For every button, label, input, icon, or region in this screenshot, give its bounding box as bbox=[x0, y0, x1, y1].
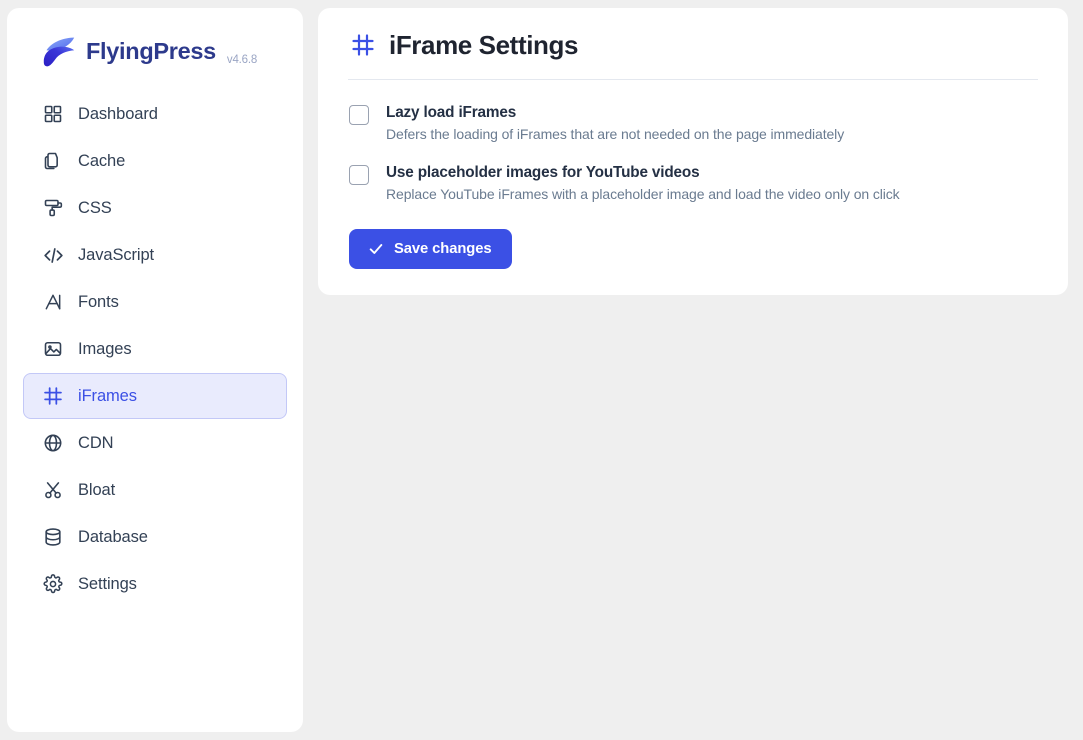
sidebar-nav: Dashboard Cache CSS JavaScript Fonts Ima… bbox=[23, 91, 287, 607]
sidebar-item-label: CSS bbox=[78, 198, 112, 217]
option-lazy-load-iframes: Lazy load iFrames Defers the loading of … bbox=[349, 103, 1038, 144]
sidebar: FlyingPress v4.6.8 Dashboard Cache CSS J… bbox=[7, 8, 303, 732]
header-divider bbox=[348, 79, 1038, 80]
sidebar-item-dashboard[interactable]: Dashboard bbox=[23, 91, 287, 137]
option-label[interactable]: Use placeholder images for YouTube video… bbox=[386, 163, 900, 182]
option-youtube-placeholder: Use placeholder images for YouTube video… bbox=[349, 163, 1038, 204]
card-header: iFrame Settings bbox=[338, 32, 1048, 58]
brand-header: FlyingPress v4.6.8 bbox=[23, 26, 287, 69]
option-description: Defers the loading of iFrames that are n… bbox=[386, 126, 845, 143]
sidebar-item-images[interactable]: Images bbox=[23, 326, 287, 372]
sidebar-item-cdn[interactable]: CDN bbox=[23, 420, 287, 466]
sidebar-item-label: Images bbox=[78, 339, 132, 358]
flyingpress-wing-logo-icon bbox=[43, 37, 75, 67]
save-changes-label: Save changes bbox=[394, 241, 492, 257]
sidebar-item-bloat[interactable]: Bloat bbox=[23, 467, 287, 513]
checkbox-lazy-load-iframes[interactable] bbox=[349, 105, 369, 125]
database-icon bbox=[42, 526, 64, 548]
sidebar-item-iframes[interactable]: iFrames bbox=[23, 373, 287, 419]
sidebar-item-label: Dashboard bbox=[78, 104, 158, 123]
sidebar-item-cache[interactable]: Cache bbox=[23, 138, 287, 184]
iframe-settings-card: iFrame Settings Lazy load iFrames Defers… bbox=[318, 8, 1068, 295]
option-label[interactable]: Lazy load iFrames bbox=[386, 103, 844, 122]
options-list: Lazy load iFrames Defers the loading of … bbox=[338, 103, 1048, 204]
sidebar-item-css[interactable]: CSS bbox=[23, 185, 287, 231]
sidebar-item-label: Settings bbox=[78, 574, 137, 593]
sidebar-item-label: Database bbox=[78, 527, 148, 546]
sidebar-item-label: iFrames bbox=[78, 386, 137, 405]
sidebar-item-label: CDN bbox=[78, 433, 114, 452]
frame-hash-icon bbox=[350, 33, 375, 58]
picture-icon bbox=[42, 338, 64, 360]
sidebar-item-label: Bloat bbox=[78, 480, 116, 499]
sidebar-item-settings[interactable]: Settings bbox=[23, 561, 287, 607]
brand-version: v4.6.8 bbox=[226, 54, 258, 66]
option-text: Use placeholder images for YouTube video… bbox=[386, 163, 900, 204]
option-text: Lazy load iFrames Defers the loading of … bbox=[386, 103, 844, 144]
save-row: Save changes bbox=[338, 229, 1048, 269]
sidebar-item-label: Cache bbox=[78, 151, 126, 170]
sidebar-item-database[interactable]: Database bbox=[23, 514, 287, 560]
checkbox-youtube-placeholder[interactable] bbox=[349, 165, 369, 185]
check-icon bbox=[368, 241, 384, 257]
copy-pages-icon bbox=[42, 150, 64, 172]
app-root: FlyingPress v4.6.8 Dashboard Cache CSS J… bbox=[0, 0, 1083, 740]
grid-squares-icon bbox=[42, 103, 64, 125]
gear-icon bbox=[42, 573, 64, 595]
sidebar-item-label: Fonts bbox=[78, 292, 119, 311]
globe-icon bbox=[42, 432, 64, 454]
frame-hash-icon bbox=[42, 385, 64, 407]
brand-name: FlyingPress bbox=[86, 38, 216, 65]
sidebar-item-label: JavaScript bbox=[78, 245, 155, 264]
save-changes-button[interactable]: Save changes bbox=[349, 229, 512, 269]
option-description: Replace YouTube iFrames with a placehold… bbox=[386, 186, 900, 203]
code-brackets-icon bbox=[42, 244, 64, 266]
letter-a-icon bbox=[42, 291, 64, 313]
scissors-icon bbox=[42, 479, 64, 501]
main-content: iFrame Settings Lazy load iFrames Defers… bbox=[318, 8, 1068, 295]
page-title: iFrame Settings bbox=[389, 30, 579, 60]
sidebar-item-fonts[interactable]: Fonts bbox=[23, 279, 287, 325]
sidebar-item-javascript[interactable]: JavaScript bbox=[23, 232, 287, 278]
paint-roller-icon bbox=[42, 197, 64, 219]
